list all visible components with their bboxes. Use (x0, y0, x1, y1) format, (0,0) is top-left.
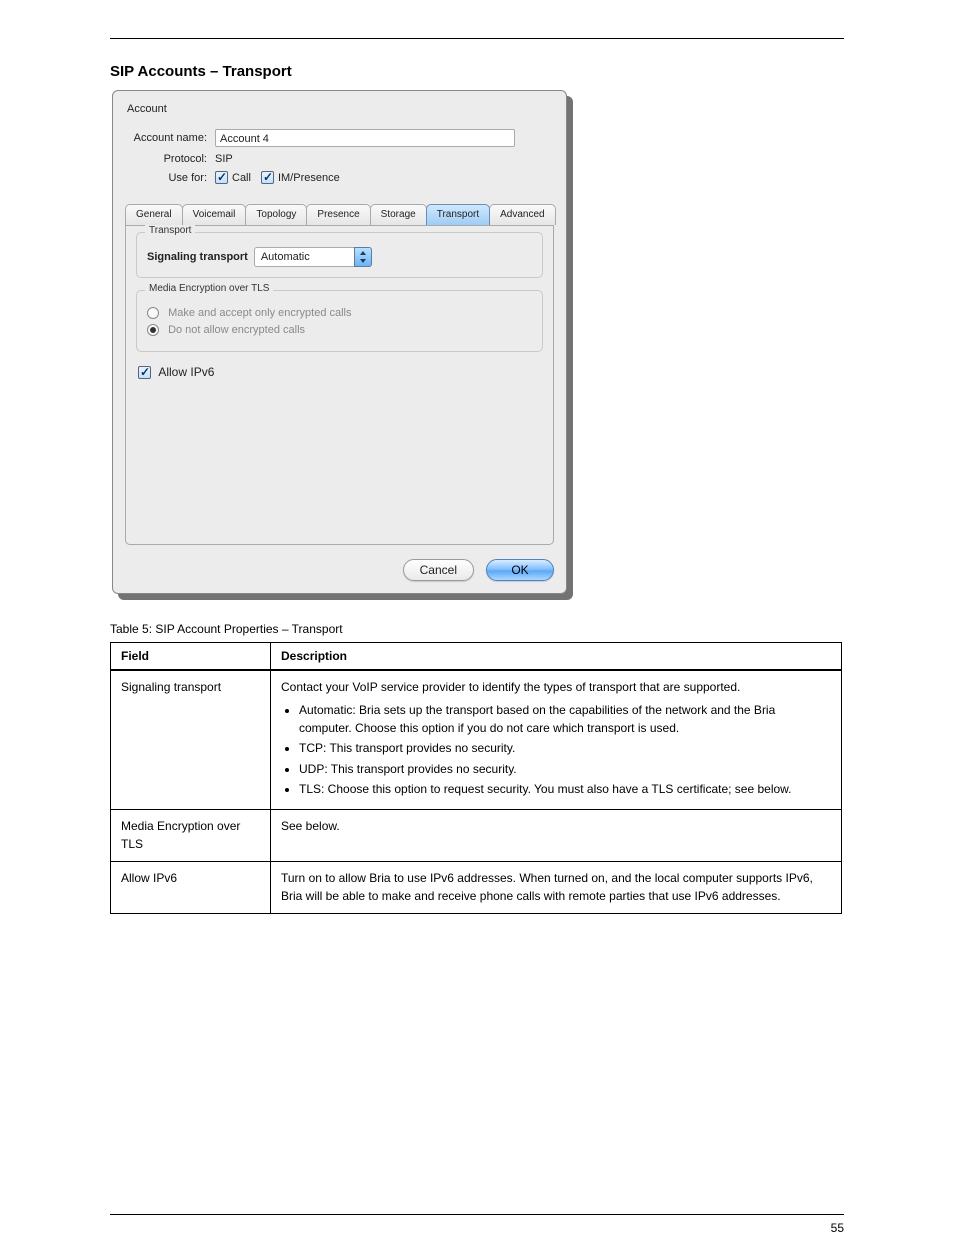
page-footer: 55 (110, 1214, 844, 1235)
cancel-button[interactable]: Cancel (403, 559, 474, 581)
use-for-call-checkbox[interactable] (215, 171, 228, 184)
row-media-desc: See below. (271, 810, 842, 862)
tab-body-transport: Transport Signaling transport Automatic … (125, 225, 554, 545)
tab-general[interactable]: General (125, 204, 183, 225)
protocol-value: SIP (215, 153, 233, 165)
allow-ipv6-checkbox[interactable] (138, 366, 151, 379)
transport-group: Transport Signaling transport Automatic (136, 232, 543, 278)
signaling-transport-value: Automatic (254, 247, 354, 267)
signaling-transport-label: Signaling transport (147, 251, 248, 263)
list-item: TLS: Choose this option to request secur… (299, 781, 831, 798)
transport-group-legend: Transport (145, 225, 195, 236)
encrypted-only-label: Make and accept only encrypted calls (168, 307, 351, 319)
no-encrypted-radio[interactable] (147, 324, 159, 336)
use-for-im-checkbox[interactable] (261, 171, 274, 184)
account-name-input[interactable]: Account 4 (215, 129, 515, 147)
section-heading: SIP Accounts – Transport (110, 63, 954, 80)
tab-topology[interactable]: Topology (245, 204, 307, 225)
protocol-label: Protocol: (125, 153, 215, 165)
allow-ipv6-label: Allow IPv6 (158, 365, 214, 379)
chevron-updown-icon (354, 247, 372, 267)
signaling-transport-select[interactable]: Automatic (254, 247, 372, 267)
list-item: UDP: This transport provides no security… (299, 761, 831, 778)
encrypted-only-radio[interactable] (147, 307, 159, 319)
th-field: Field (111, 643, 271, 671)
media-encryption-group: Media Encryption over TLS Make and accep… (136, 290, 543, 352)
account-name-label: Account name: (125, 132, 215, 144)
no-encrypted-label: Do not allow encrypted calls (168, 324, 305, 336)
tab-advanced[interactable]: Advanced (489, 204, 555, 225)
ok-button[interactable]: OK (486, 559, 554, 581)
table-header-row: Field Description (111, 643, 842, 671)
list-item: TCP: This transport provides no security… (299, 740, 831, 757)
table-row: Media Encryption over TLS See below. (111, 810, 842, 862)
row-signaling-name: Signaling transport (111, 670, 271, 810)
row-signaling-desc: Contact your VoIP service provider to id… (271, 670, 842, 810)
table-caption: Table 5: SIP Account Properties – Transp… (110, 622, 954, 636)
media-encryption-legend: Media Encryption over TLS (145, 283, 273, 294)
row-ipv6-name: Allow IPv6 (111, 862, 271, 914)
list-item: Automatic: Bria sets up the transport ba… (299, 702, 831, 737)
tab-bar: General Voicemail Topology Presence Stor… (125, 204, 554, 225)
tab-transport[interactable]: Transport (426, 204, 490, 225)
use-for-label: Use for: (125, 172, 215, 184)
account-header: Account (127, 103, 552, 115)
tab-presence[interactable]: Presence (306, 204, 370, 225)
tab-voicemail[interactable]: Voicemail (182, 204, 247, 225)
th-description: Description (271, 643, 842, 671)
field-table: Field Description Signaling transport Co… (110, 642, 842, 914)
use-for-call-label: Call (232, 172, 251, 184)
account-dialog: Account Account name: Account 4 Protocol… (112, 90, 567, 594)
row-ipv6-desc: Turn on to allow Bria to use IPv6 addres… (271, 862, 842, 914)
row-signaling-intro: Contact your VoIP service provider to id… (281, 679, 831, 696)
use-for-im-label: IM/Presence (278, 172, 340, 184)
tab-storage[interactable]: Storage (370, 204, 427, 225)
table-row: Allow IPv6 Turn on to allow Bria to use … (111, 862, 842, 914)
table-row: Signaling transport Contact your VoIP se… (111, 670, 842, 810)
row-media-name: Media Encryption over TLS (111, 810, 271, 862)
